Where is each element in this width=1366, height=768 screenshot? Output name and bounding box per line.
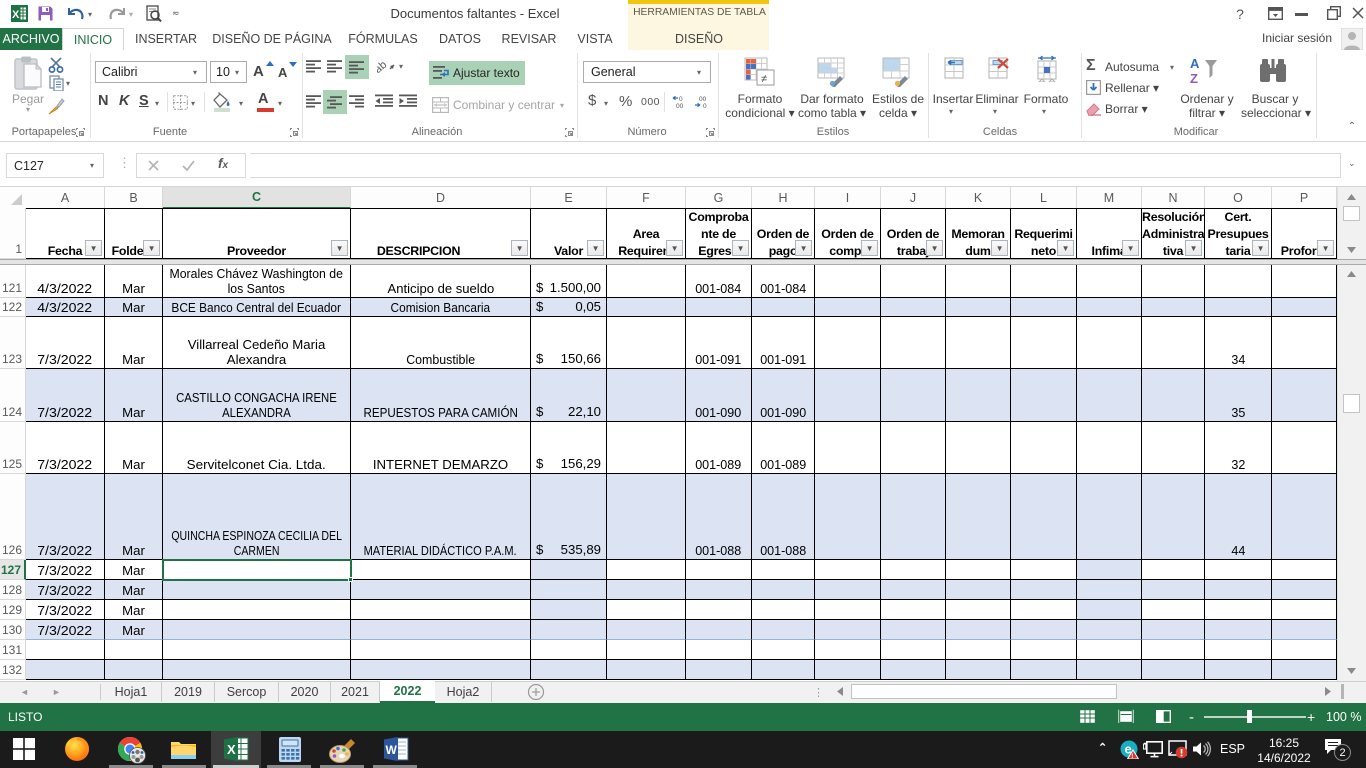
svg-text:A: A <box>1190 56 1200 71</box>
svg-text:X: X <box>227 742 236 757</box>
svg-text:00: 00 <box>699 96 707 103</box>
svg-text:Z: Z <box>1190 71 1198 86</box>
svg-text:0: 0 <box>679 96 683 103</box>
svg-text:00: 00 <box>676 103 684 109</box>
svg-text:≠: ≠ <box>761 73 767 85</box>
svg-text:W: W <box>386 743 398 757</box>
svg-text:X: X <box>12 9 20 21</box>
svg-text:0: 0 <box>703 103 707 109</box>
svg-text:!: ! <box>1131 753 1133 759</box>
svg-text:ab: ab <box>377 59 389 74</box>
